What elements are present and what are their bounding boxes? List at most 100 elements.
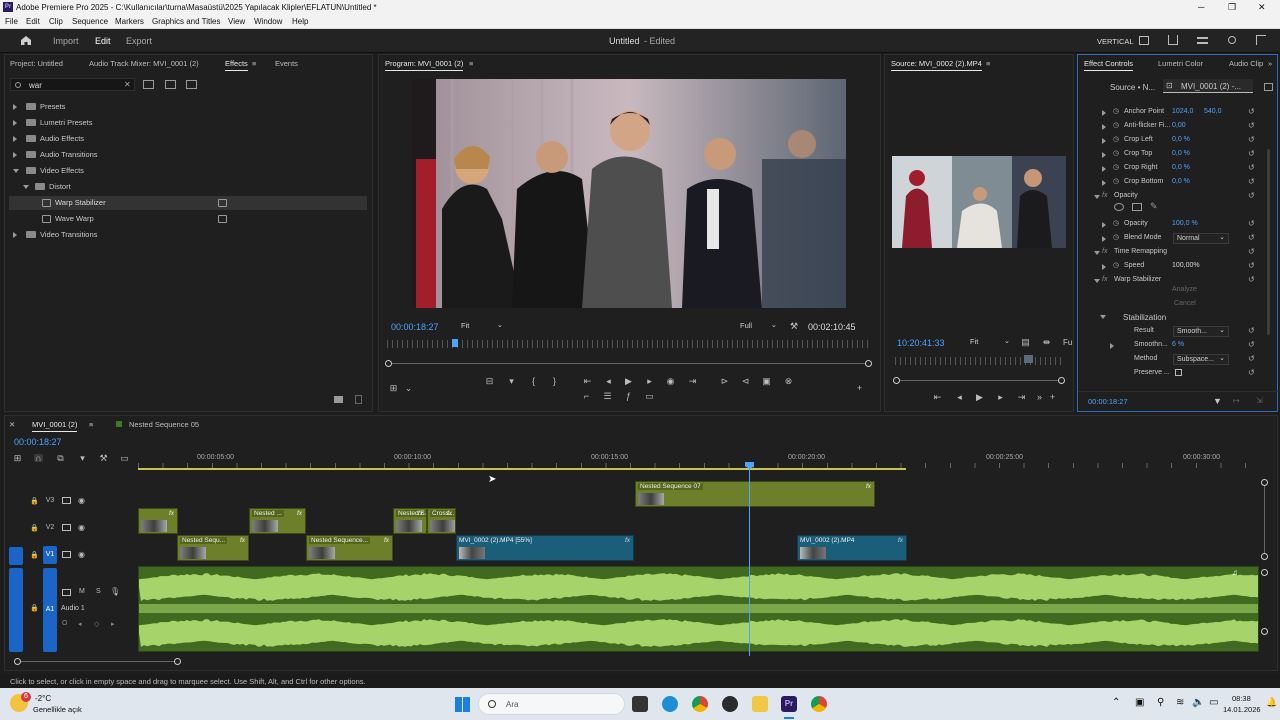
source-patch-v1[interactable] bbox=[9, 547, 23, 565]
location-icon[interactable]: ⚲ bbox=[1157, 697, 1164, 708]
source-scroll-start-handle[interactable] bbox=[893, 377, 900, 384]
timeline-vscroll-bottom-handle[interactable] bbox=[1261, 553, 1268, 560]
ec-property-value-2[interactable]: 540,0 bbox=[1204, 108, 1222, 115]
track-target-v3[interactable]: V3 bbox=[43, 492, 57, 510]
stopwatch-icon[interactable]: ◷ bbox=[1113, 233, 1119, 241]
snap-icon[interactable]: ∩ bbox=[34, 454, 43, 463]
reset-parameter-icon[interactable]: ↺ bbox=[1248, 177, 1255, 186]
ec-timecode[interactable]: 00:00:18:27 bbox=[1088, 397, 1128, 406]
fx-icon[interactable]: ƒ bbox=[624, 392, 633, 401]
timeline-clip[interactable]: Nested ... fx bbox=[249, 508, 306, 534]
ec-property-row[interactable]: ◷ Speed 100,00% ↺ bbox=[1078, 261, 1268, 274]
source-ruler[interactable] bbox=[895, 357, 1065, 365]
ec-property-row[interactable]: ◷ Anti-flicker Fi... 0,00 ↺ bbox=[1078, 121, 1268, 134]
tab-effects[interactable]: Effects bbox=[225, 59, 248, 71]
tab-export[interactable]: Export bbox=[126, 36, 152, 46]
reset-parameter-icon[interactable]: ↺ bbox=[1248, 135, 1255, 144]
collapse-arrow-icon[interactable] bbox=[1094, 195, 1100, 199]
lock-icon[interactable]: 🔒 bbox=[30, 604, 39, 612]
ec-property-row[interactable]: ◷ Crop Bottom 0,0 % ↺ bbox=[1078, 177, 1268, 190]
menu-window[interactable]: Window bbox=[254, 17, 282, 26]
lift-icon[interactable]: ⊟ bbox=[485, 377, 494, 386]
drag-video-icon[interactable]: ▤ bbox=[1021, 338, 1030, 347]
tray-app-icon[interactable]: ▣ bbox=[1135, 697, 1144, 708]
close-tab-icon[interactable]: ✕ bbox=[9, 420, 15, 429]
workspace-label[interactable]: VERTICAL bbox=[1097, 37, 1134, 46]
stopwatch-icon[interactable]: ◷ bbox=[1113, 121, 1119, 129]
reset-parameter-icon[interactable]: ↺ bbox=[1248, 247, 1255, 256]
delete-icon[interactable] bbox=[355, 395, 362, 404]
sync-lock-icon[interactable] bbox=[62, 551, 71, 558]
expand-arrow-icon[interactable] bbox=[1102, 222, 1106, 228]
step-forward-icon[interactable]: ▸ bbox=[996, 393, 1005, 402]
tab-nested-sequence-05[interactable]: Nested Sequence 05 bbox=[129, 420, 199, 429]
expand-arrow-icon[interactable] bbox=[1102, 236, 1106, 242]
audio-vscroll-bottom-handle[interactable] bbox=[1261, 628, 1268, 635]
timeline-hscroll-end-handle[interactable] bbox=[174, 658, 181, 665]
tab-sequence-mvi[interactable]: MVI_0001 (2) bbox=[32, 420, 78, 432]
reset-parameter-icon[interactable]: ↺ bbox=[1248, 219, 1255, 228]
camera-icon[interactable]: ◉ bbox=[666, 377, 675, 386]
collapse-arrow-icon[interactable] bbox=[1100, 315, 1106, 319]
expand-arrow-icon[interactable] bbox=[13, 120, 17, 126]
reset-parameter-icon[interactable]: ↺ bbox=[1248, 163, 1255, 172]
stopwatch-icon[interactable]: ◷ bbox=[1113, 219, 1119, 227]
task-view-icon[interactable] bbox=[632, 696, 648, 712]
ec-timeline-toggle-icon[interactable] bbox=[1264, 83, 1273, 91]
share-icon[interactable] bbox=[1168, 35, 1178, 45]
tab-edit[interactable]: Edit bbox=[95, 36, 111, 46]
fx-badge-icon[interactable]: fx bbox=[297, 510, 302, 517]
tab-project[interactable]: Project: Untitled bbox=[10, 59, 63, 68]
tab-audio-clip[interactable]: Audio Clip bbox=[1229, 59, 1263, 68]
collapse-arrow-icon[interactable] bbox=[1094, 279, 1100, 283]
premiere-pro-icon[interactable]: Pr bbox=[781, 696, 797, 712]
ec-property-row[interactable]: ◷ Crop Top 0,0 % ↺ bbox=[1078, 149, 1268, 162]
fx-badge-icon[interactable]: fx bbox=[447, 510, 452, 517]
go-to-out-icon[interactable]: ⇥ bbox=[1017, 393, 1026, 402]
timeline-clip[interactable]: Nested Sequence 07 fx bbox=[635, 481, 875, 507]
ec-property-dropdown[interactable]: Normal ⌄ bbox=[1173, 233, 1229, 244]
ec-property-row[interactable]: ◷ Anchor Point 1024,0 540,0 ↺ bbox=[1078, 107, 1268, 120]
go-to-out-icon[interactable]: ⇥ bbox=[688, 377, 697, 386]
mark-out-icon[interactable]: } bbox=[550, 377, 559, 386]
eye-icon[interactable]: ◉ bbox=[78, 550, 85, 559]
panel-menu-icon[interactable]: ≡ bbox=[89, 420, 93, 429]
ec-extra-icon[interactable]: ⇲ bbox=[1256, 396, 1263, 405]
play-icon[interactable]: ▶ bbox=[975, 393, 984, 402]
expand-arrow-icon[interactable] bbox=[1102, 152, 1106, 158]
stopwatch-icon[interactable]: ◷ bbox=[1113, 107, 1119, 115]
sync-lock-icon[interactable] bbox=[62, 497, 71, 504]
notifications-icon[interactable]: 🔔 bbox=[1266, 697, 1277, 708]
add-marker-icon[interactable]: ▾ bbox=[78, 454, 87, 463]
tab-import[interactable]: Import bbox=[53, 36, 79, 46]
expand-arrow-icon[interactable] bbox=[1102, 138, 1106, 144]
file-explorer-icon[interactable] bbox=[752, 696, 768, 712]
maximize-button[interactable]: ❐ bbox=[1228, 2, 1236, 13]
reset-parameter-icon[interactable]: ↺ bbox=[1248, 368, 1255, 377]
ec-clip-tab[interactable]: ⊡ MVI_0001 (2) -... bbox=[1163, 79, 1253, 93]
microphone-icon[interactable]: 🎙 bbox=[110, 587, 120, 596]
reset-parameter-icon[interactable]: ↺ bbox=[1248, 261, 1255, 270]
menu-graphics[interactable]: Graphics and Titles bbox=[152, 17, 220, 26]
eye-icon[interactable]: ◉ bbox=[78, 523, 85, 532]
expand-arrow-icon[interactable] bbox=[13, 152, 17, 158]
step-back-icon[interactable]: ◂ bbox=[604, 377, 613, 386]
clock-time[interactable]: 08:38 bbox=[1232, 694, 1251, 703]
collapse-arrow-icon[interactable] bbox=[1094, 251, 1100, 255]
chrome-alt-icon[interactable] bbox=[811, 696, 827, 712]
timeline-vscroll[interactable] bbox=[1264, 482, 1265, 558]
show-hidden-icons-chevron-icon[interactable]: ⌃ bbox=[1112, 697, 1120, 708]
new-custom-bin-icon[interactable] bbox=[143, 80, 154, 89]
tab-events[interactable]: Events bbox=[275, 59, 298, 68]
ec-property-row[interactable]: ◷ Crop Left 0,0 % ↺ bbox=[1078, 135, 1268, 148]
menu-markers[interactable]: Markers bbox=[115, 17, 144, 26]
ec-property-row[interactable]: ◷ Crop Right 0,0 % ↺ bbox=[1078, 163, 1268, 176]
reset-parameter-icon[interactable]: ↺ bbox=[1248, 149, 1255, 158]
go-to-in-icon[interactable]: ⇤ bbox=[583, 377, 592, 386]
menu-view[interactable]: View bbox=[228, 17, 245, 26]
multi-camera-icon[interactable]: ☰ bbox=[603, 392, 612, 401]
timeline-timecode[interactable]: 00:00:18:27 bbox=[14, 437, 62, 447]
program-fit-dropdown[interactable]: Fit ⌄ bbox=[458, 320, 505, 331]
yuv-effects-icon[interactable] bbox=[186, 80, 197, 89]
tab-audio-mixer[interactable]: Audio Track Mixer: MVI_0001 (2) bbox=[89, 59, 199, 68]
